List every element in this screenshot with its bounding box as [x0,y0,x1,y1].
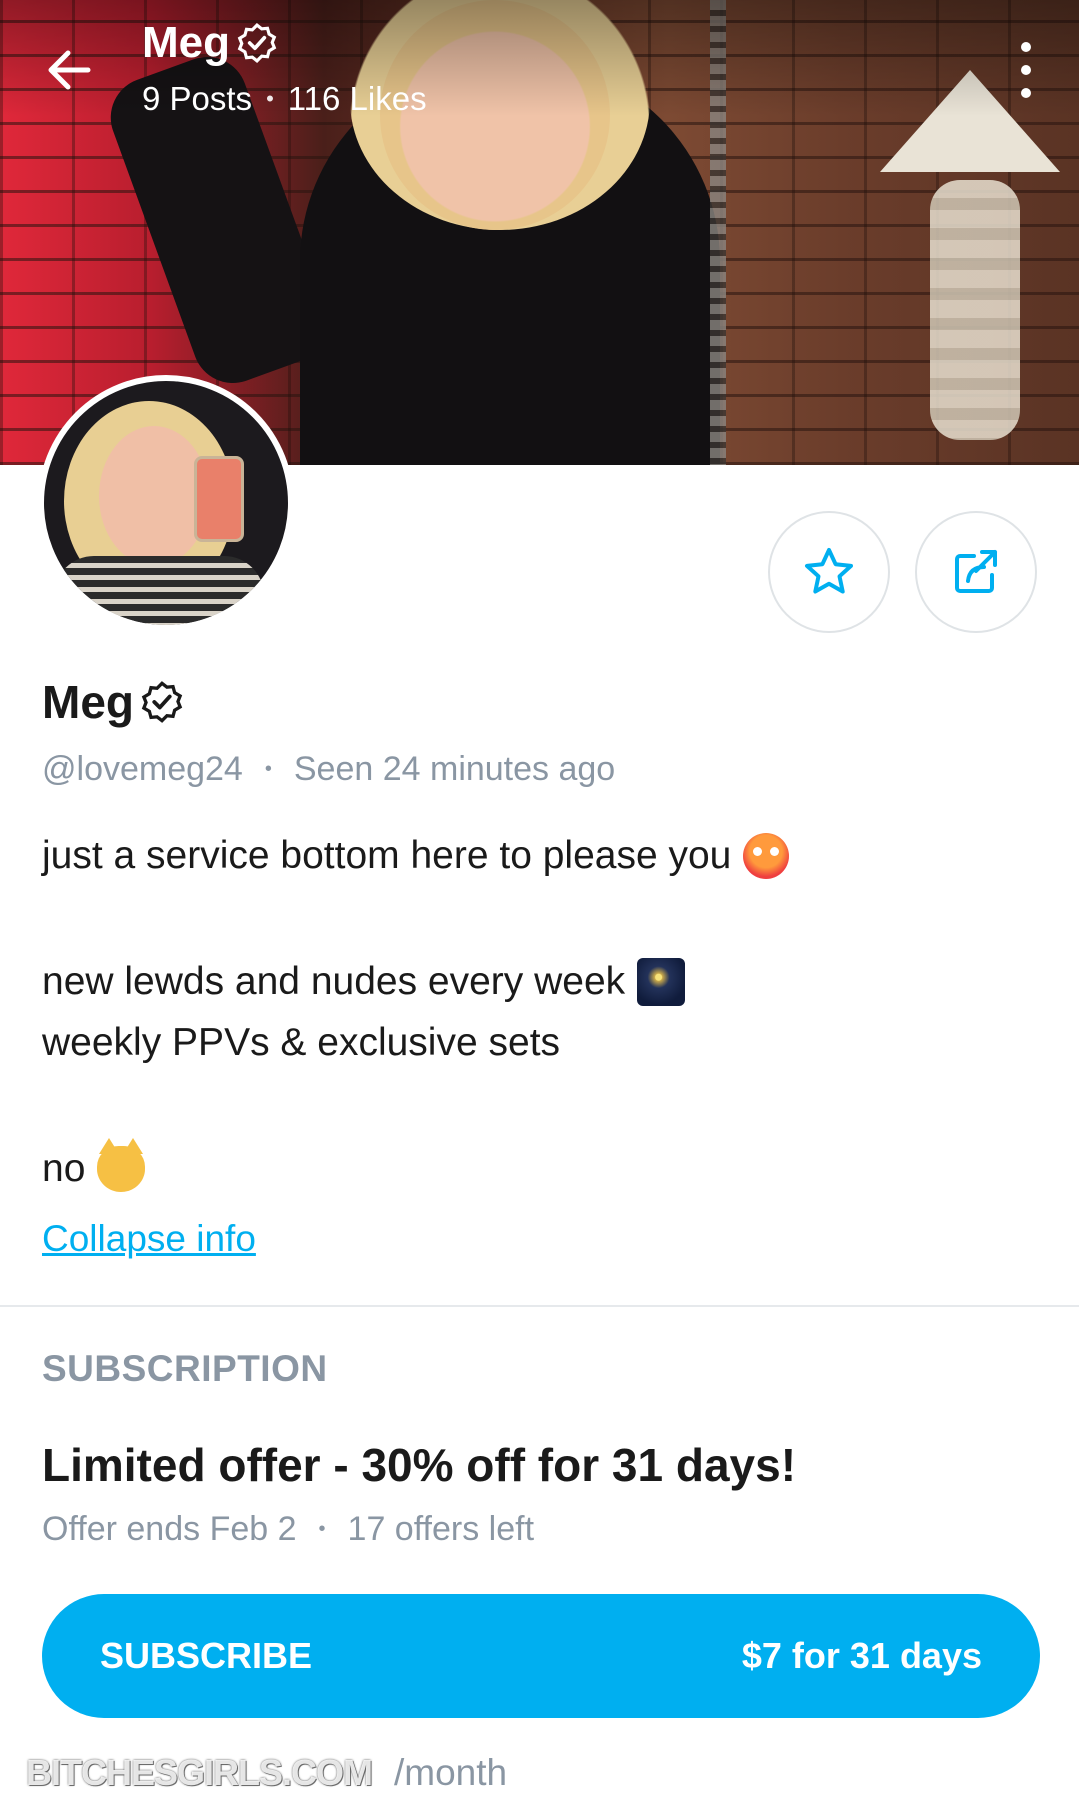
separator-dot: • [266,86,274,111]
offer-meta: Offer ends Feb 2 • 17 offers left [42,1510,534,1549]
arrow-left-icon [48,50,91,90]
divider [0,1305,1079,1307]
header-name: Meg [142,18,230,67]
hot-face-emoji-icon [743,833,790,879]
watermark: BITCHESGIRLS.COM [26,1752,373,1793]
regular-price-suffix: /month [394,1752,508,1793]
profile-name: Meg [42,675,184,729]
cat-face-emoji-icon [97,1138,146,1192]
verified-badge-icon [237,23,277,63]
subscribe-button[interactable]: SUBSCRIBE $7 for 31 days [42,1594,1040,1718]
offers-left: 17 offers left [347,1510,535,1548]
back-button[interactable] [40,40,100,100]
profile-meta: @lovemeg24 • Seen 24 minutes ago [42,750,615,789]
posts-count: 9 Posts [142,80,253,117]
subscribe-price: $7 for 31 days [741,1635,982,1676]
fireworks-emoji-icon [637,958,686,1006]
avatar[interactable] [38,375,294,631]
collapse-info-link[interactable]: Collapse info [42,1218,256,1260]
separator-dot: • [318,1518,326,1540]
favorite-button[interactable] [768,511,890,633]
bio-line: weekly PPVs & exclusive sets [42,1021,561,1064]
subscribe-label: SUBSCRIBE [100,1635,313,1676]
offer-ends: Offer ends Feb 2 [42,1510,297,1548]
likes-count: 116 Likes [287,80,427,117]
share-icon [955,550,997,593]
more-vertical-icon [1021,42,1031,52]
bio-line: new lewds and nudes every week [42,958,686,1006]
separator-dot: • [264,758,272,780]
share-button[interactable] [915,511,1037,633]
star-icon [805,548,853,594]
bio-line: just a service bottom here to please you [42,833,790,879]
profile-handle: @lovemeg24 [42,750,243,788]
bio-line: no [42,1138,146,1192]
more-options-button[interactable] [1008,42,1044,98]
offer-title: Limited offer - 30% off for 31 days! [42,1439,797,1491]
header-stats: 9 Posts • 116 Likes [142,80,427,118]
verified-badge-icon [141,681,183,723]
subscription-heading: SUBSCRIPTION [42,1348,328,1389]
header-title: Meg [142,18,278,68]
last-seen: Seen 24 minutes ago [293,750,616,788]
